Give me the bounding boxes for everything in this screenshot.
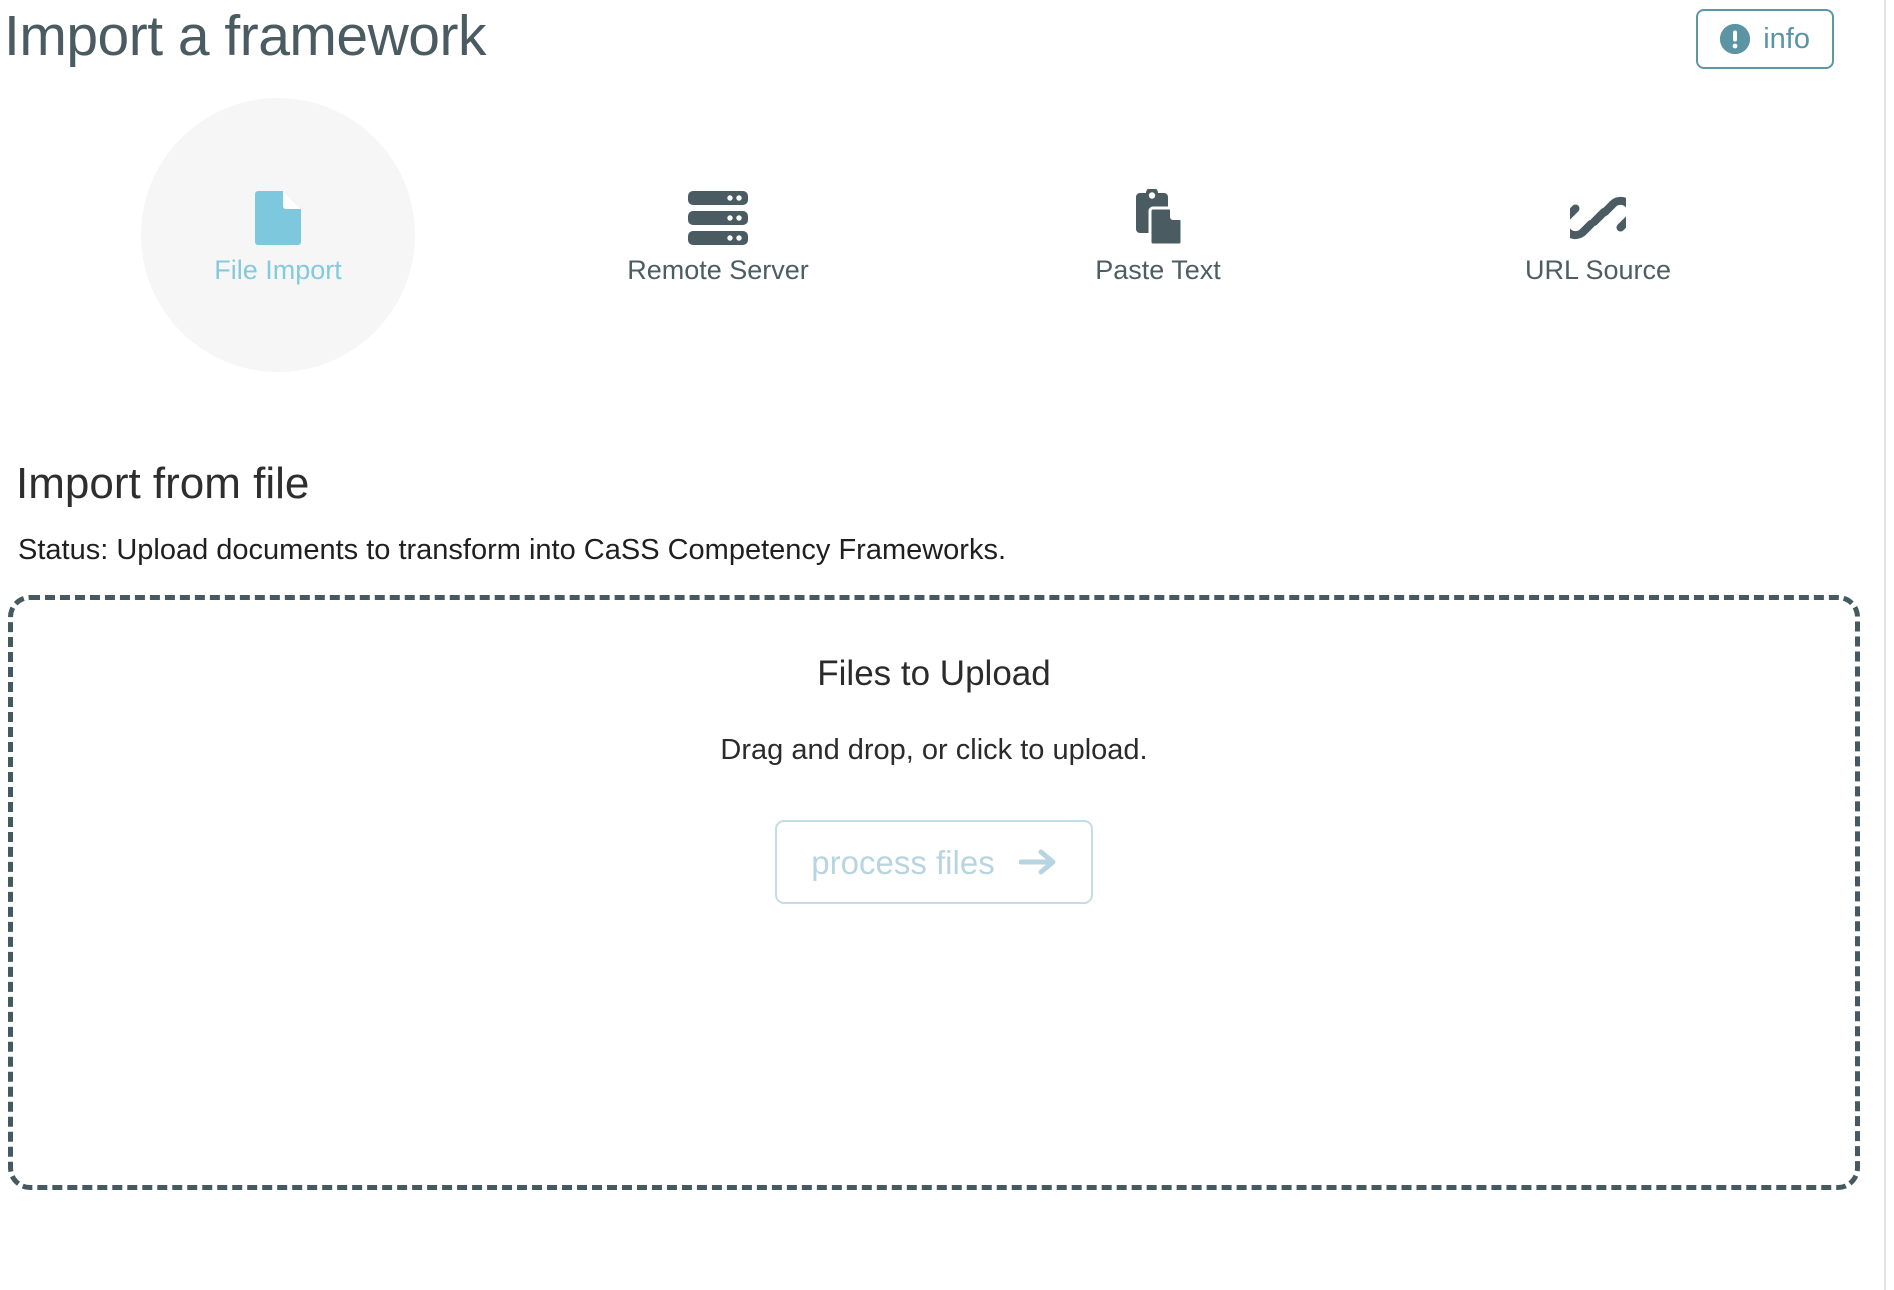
import-source-tabs: File Import Remote Server Paste Text URL… (0, 98, 1720, 372)
info-button[interactable]: info (1696, 9, 1834, 69)
tab-file-import[interactable]: File Import (138, 98, 418, 372)
info-button-label: info (1763, 22, 1810, 55)
import-framework-page: Import a framework info File Import Remo… (0, 0, 1884, 1290)
file-dropzone[interactable]: Files to Upload Drag and drop, or click … (8, 595, 1860, 1190)
dropzone-content: Files to Upload Drag and drop, or click … (13, 656, 1855, 904)
process-files-label: process files (811, 843, 995, 881)
page-right-edge (1884, 0, 1894, 1290)
chain-link-icon (1570, 187, 1626, 245)
process-files-button[interactable]: process files (775, 820, 1093, 904)
dropzone-title: Files to Upload (817, 654, 1051, 693)
tab-paste-text-label: Paste Text (1095, 254, 1221, 285)
exclamation-circle-icon (1720, 24, 1751, 54)
clipboard-paste-icon (1132, 187, 1184, 245)
arrow-right-icon (1018, 848, 1057, 876)
dropzone-subtitle: Drag and drop, or click to upload. (720, 734, 1148, 766)
tab-url-source[interactable]: URL Source (1458, 110, 1738, 360)
section-heading: Import from file (16, 459, 310, 508)
tab-paste-text[interactable]: Paste Text (1018, 110, 1298, 360)
tab-remote-server-label: Remote Server (627, 254, 809, 285)
tab-remote-server[interactable]: Remote Server (578, 110, 858, 360)
status-text: Status: Upload documents to transform in… (18, 534, 1007, 566)
tab-url-source-label: URL Source (1524, 254, 1672, 285)
file-document-icon (255, 187, 301, 245)
page-header: Import a framework info (0, 0, 1884, 86)
server-rack-icon (688, 187, 748, 245)
page-title: Import a framework (4, 4, 486, 68)
tab-file-import-label: File Import (214, 254, 342, 285)
